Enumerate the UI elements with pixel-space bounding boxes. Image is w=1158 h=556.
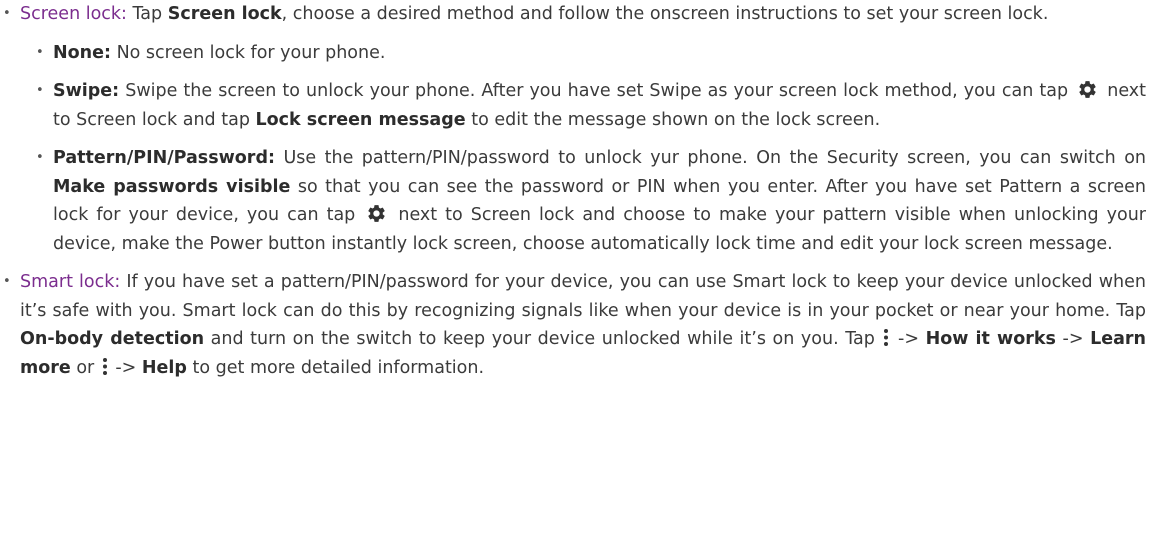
text: to edit the message shown on the lock sc…: [465, 109, 881, 130]
none-label: None:: [53, 42, 111, 63]
manual-page: • Screen lock: Tap Screen lock, choose a…: [0, 0, 1158, 556]
text: No screen lock for your phone.: [111, 42, 386, 63]
list-item-smart-lock: • Smart lock: If you have set a pattern/…: [0, 268, 1158, 382]
swipe-label: Swipe:: [53, 81, 120, 101]
list-item-swipe: • Swipe: Swipe the screen to unlock your…: [0, 77, 1158, 134]
make-passwords-visible-bold: Make passwords visible: [53, 176, 291, 197]
text: and turn on the switch to keep your devi…: [204, 329, 882, 349]
more-vert-icon: [102, 357, 107, 375]
list-item-screen-lock: • Screen lock: Tap Screen lock, choose a…: [0, 0, 1158, 29]
bullet: •: [3, 6, 11, 21]
how-it-works-bold: How it works: [925, 329, 1056, 349]
screen-lock-heading: Screen lock:: [20, 4, 127, 24]
text: Use the pattern/PIN/password to unlock y…: [274, 148, 1146, 168]
text: ->: [891, 329, 926, 349]
bullet: •: [36, 83, 44, 98]
gear-icon: [1079, 81, 1096, 98]
bullet: •: [36, 44, 44, 60]
text: Tap: [126, 4, 168, 24]
text: If you have set a pattern/PIN/password f…: [20, 272, 1146, 321]
text: or: [70, 357, 100, 378]
text: ->: [1055, 329, 1091, 349]
screen-lock-bold: Screen lock: [167, 4, 282, 24]
text: , choose a desired method and follow the…: [281, 4, 1049, 24]
pattern-label: Pattern/PIN/Password:: [53, 148, 275, 168]
list-item-pattern: • Pattern/PIN/Password: Use the pattern/…: [0, 144, 1158, 258]
text: to get more detailed information.: [186, 357, 485, 378]
more-vert-icon: [884, 329, 889, 346]
text: ->: [109, 357, 142, 378]
text: Swipe the screen to unlock your phone. A…: [119, 81, 1075, 101]
bullet: •: [36, 150, 44, 165]
bullet: •: [3, 274, 11, 289]
smart-lock-heading: Smart lock:: [20, 272, 121, 292]
list-item-none: • None: No screen lock for your phone.: [0, 39, 1158, 68]
on-body-detection-bold: On-body detection: [20, 329, 205, 349]
lock-screen-message-bold: Lock screen message: [255, 109, 466, 130]
gear-icon: [368, 205, 385, 222]
help-bold: Help: [141, 357, 187, 378]
